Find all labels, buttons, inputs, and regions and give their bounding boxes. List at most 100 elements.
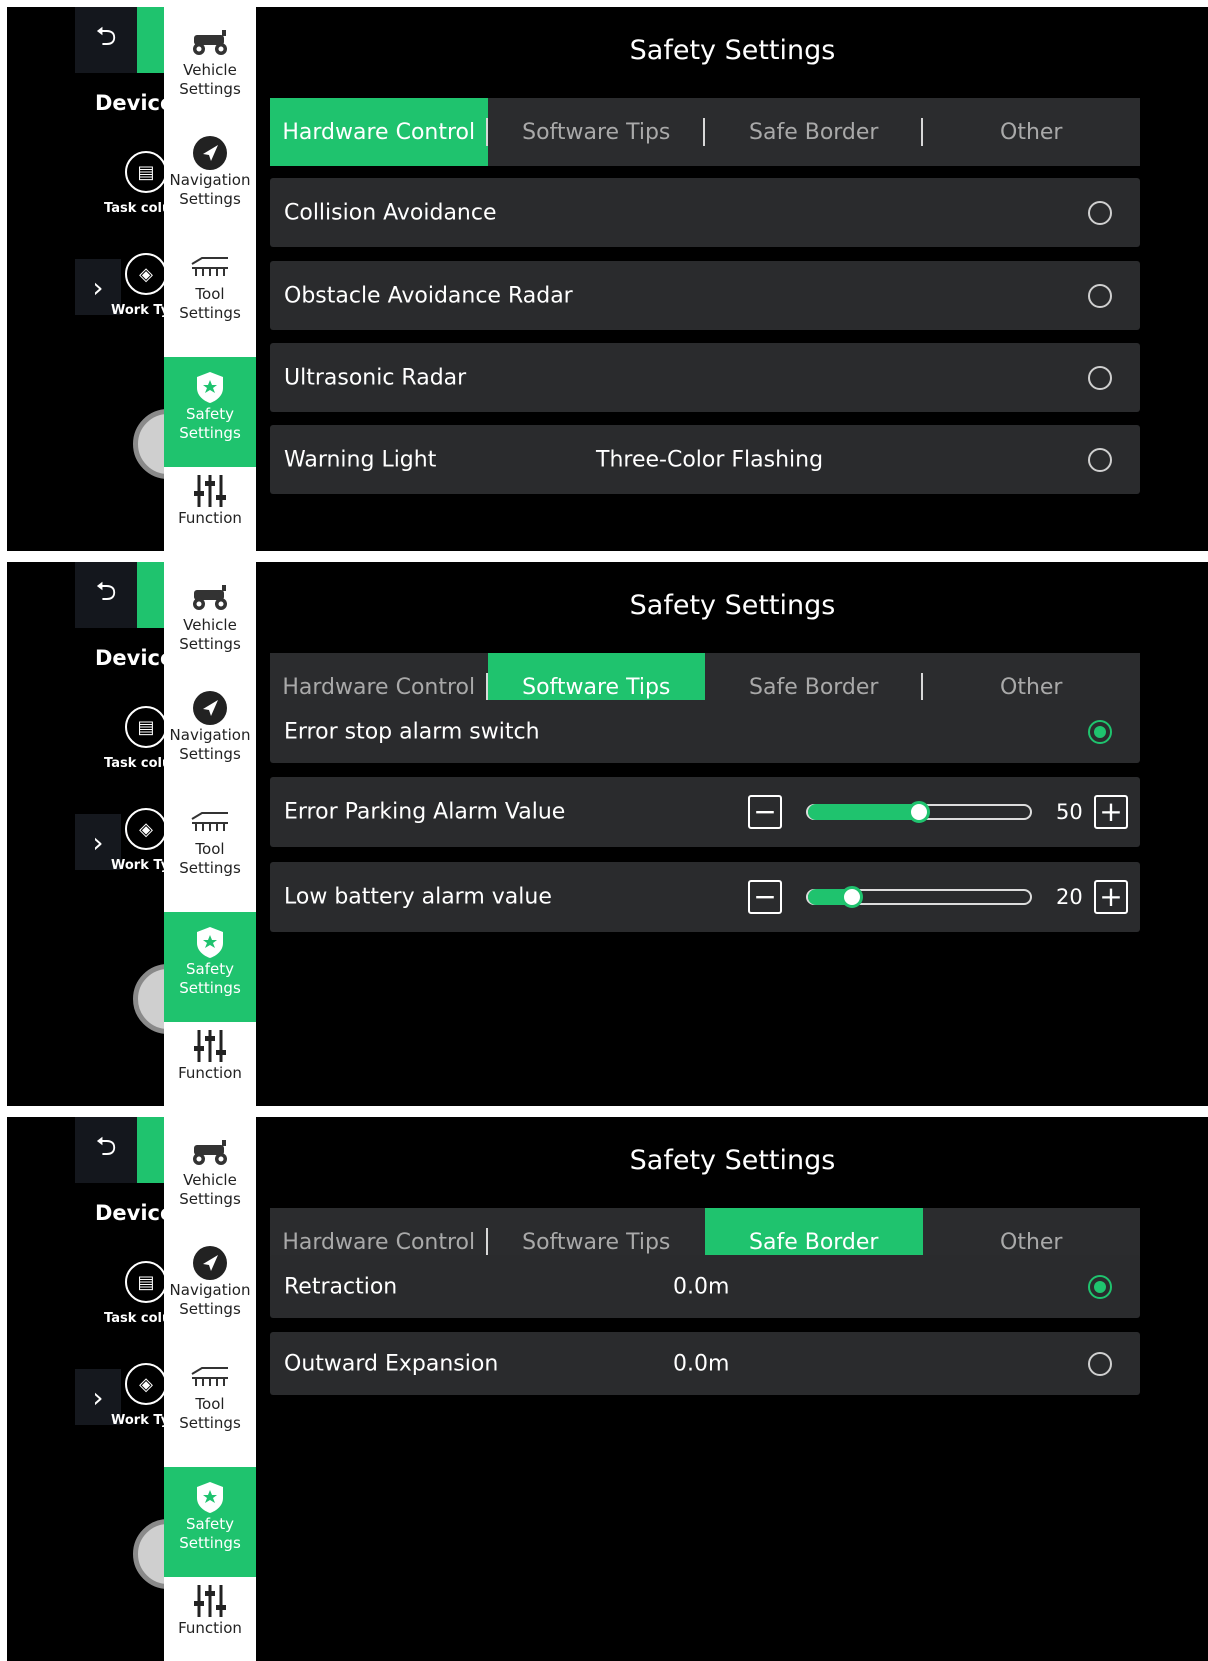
settings-nav: Vehicle Settings Navigation Settings Too… bbox=[164, 1117, 256, 1661]
work-type-layers-icon[interactable]: ◈ bbox=[125, 808, 167, 850]
work-type-layers-icon[interactable]: ◈ bbox=[125, 1363, 167, 1405]
tab-other[interactable]: Other bbox=[923, 98, 1141, 166]
nav-vehicle-settings[interactable]: Vehicle Settings bbox=[164, 1135, 256, 1235]
back-button[interactable]: ⮌ bbox=[75, 7, 137, 73]
setting-row[interactable]: Outward Expansion 0.0m bbox=[270, 1332, 1140, 1395]
settings-nav: Vehicle Settings Navigation Settings Too… bbox=[164, 562, 256, 1106]
task-column-icon[interactable]: ▤ bbox=[125, 706, 167, 748]
device-label: Device bbox=[95, 91, 175, 115]
slider-value: 50 bbox=[1056, 800, 1083, 824]
page-title: Safety Settings bbox=[629, 590, 836, 621]
task-column-label: Task colu bbox=[104, 201, 172, 216]
nav-tool-settings[interactable]: Tool Settings bbox=[164, 249, 256, 353]
nav-navigation-settings[interactable]: Navigation Settings bbox=[164, 135, 256, 239]
decrement-button[interactable]: − bbox=[748, 795, 782, 829]
radio-button[interactable] bbox=[1088, 1351, 1112, 1376]
tool-harrow-icon bbox=[188, 249, 232, 285]
nav-tool-settings[interactable]: Tool Settings bbox=[164, 1359, 256, 1463]
device-label: Device bbox=[95, 646, 175, 670]
slider-track[interactable] bbox=[806, 801, 1032, 823]
nav-safety-settings[interactable]: Safety Settings bbox=[164, 357, 256, 467]
screen-hardware-control: ⮌ Device ▤ Task colu › ◈ Work Ty Vehicle… bbox=[7, 7, 1208, 551]
setting-value: 0.0m bbox=[673, 1351, 730, 1376]
vehicle-icon bbox=[188, 1135, 232, 1171]
slider-fill bbox=[808, 804, 919, 820]
sliders-icon bbox=[193, 1583, 227, 1619]
slider-handle[interactable] bbox=[908, 801, 930, 823]
work-type-layers-icon[interactable]: ◈ bbox=[125, 253, 167, 295]
navigation-arrow-icon bbox=[192, 1245, 228, 1281]
vehicle-icon bbox=[188, 25, 232, 61]
nav-function-settings[interactable]: Function bbox=[164, 473, 256, 551]
nav-safety-settings[interactable]: Safety Settings bbox=[164, 1467, 256, 1577]
setting-row[interactable]: Collision Avoidance bbox=[270, 178, 1140, 247]
nav-navigation-settings[interactable]: Navigation Settings bbox=[164, 690, 256, 794]
setting-label: Collision Avoidance bbox=[284, 200, 497, 225]
setting-value: 0.0m bbox=[673, 1274, 730, 1299]
work-type-label: Work Ty bbox=[111, 1413, 170, 1428]
device-label: Device bbox=[95, 1201, 175, 1225]
decrement-button[interactable]: − bbox=[748, 880, 782, 914]
page-title: Safety Settings bbox=[629, 35, 836, 66]
nav-safety-settings[interactable]: Safety Settings bbox=[164, 912, 256, 1022]
shield-icon bbox=[195, 369, 225, 405]
setting-label: Retraction bbox=[284, 1274, 398, 1299]
slider-handle[interactable] bbox=[841, 886, 864, 908]
radio-button[interactable] bbox=[1088, 200, 1112, 225]
screen-software-tips: ⮌ Device ▤ Task colu › ◈ Work Ty Vehicle… bbox=[7, 562, 1208, 1106]
settings-nav: Vehicle Settings Navigation Settings Too… bbox=[164, 7, 256, 551]
task-column-icon[interactable]: ▤ bbox=[125, 1261, 167, 1303]
nav-tool-settings[interactable]: Tool Settings bbox=[164, 804, 256, 908]
radio-button[interactable] bbox=[1088, 283, 1112, 308]
back-button[interactable]: ⮌ bbox=[75, 1117, 137, 1183]
setting-label: Low battery alarm value bbox=[284, 884, 552, 910]
slider-track[interactable] bbox=[806, 886, 1032, 908]
setting-label: Error stop alarm switch bbox=[284, 719, 540, 744]
setting-value: Three-Color Flashing bbox=[596, 447, 824, 472]
setting-row[interactable]: Ultrasonic Radar bbox=[270, 343, 1140, 412]
vehicle-icon bbox=[188, 580, 232, 616]
back-arrow-icon: ⮌ bbox=[95, 577, 117, 607]
nav-vehicle-settings[interactable]: Vehicle Settings bbox=[164, 580, 256, 680]
setting-label: Obstacle Avoidance Radar bbox=[284, 283, 573, 308]
nav-function-settings[interactable]: Function bbox=[164, 1583, 256, 1661]
shield-icon bbox=[195, 1479, 225, 1515]
radio-button-selected[interactable] bbox=[1088, 719, 1112, 744]
slider-row: Low battery alarm value − 20 + bbox=[270, 862, 1140, 932]
setting-label: Ultrasonic Radar bbox=[284, 365, 467, 390]
task-column-label: Task colu bbox=[104, 756, 172, 771]
navigation-arrow-icon bbox=[192, 135, 228, 171]
tab-safe-border[interactable]: Safe Border bbox=[705, 98, 923, 166]
shield-icon bbox=[195, 924, 225, 960]
back-arrow-icon: ⮌ bbox=[95, 1132, 117, 1162]
tab-software-tips[interactable]: Software Tips bbox=[488, 98, 705, 166]
nav-function-settings[interactable]: Function bbox=[164, 1028, 256, 1106]
increment-button[interactable]: + bbox=[1094, 880, 1128, 914]
radio-button-selected[interactable] bbox=[1088, 1274, 1112, 1299]
nav-navigation-settings[interactable]: Navigation Settings bbox=[164, 1245, 256, 1349]
back-arrow-icon: ⮌ bbox=[95, 22, 117, 52]
increment-button[interactable]: + bbox=[1094, 795, 1128, 829]
setting-label: Error Parking Alarm Value bbox=[284, 799, 566, 825]
setting-label: Warning Light bbox=[284, 447, 437, 472]
nav-vehicle-settings[interactable]: Vehicle Settings bbox=[164, 25, 256, 125]
task-column-icon[interactable]: ▤ bbox=[125, 151, 167, 193]
radio-button[interactable] bbox=[1088, 447, 1112, 472]
back-button[interactable]: ⮌ bbox=[75, 562, 137, 628]
setting-row[interactable]: Warning Light Three-Color Flashing bbox=[270, 425, 1140, 494]
setting-row[interactable]: Error stop alarm switch bbox=[270, 700, 1140, 763]
sliders-icon bbox=[193, 473, 227, 509]
work-type-label: Work Ty bbox=[111, 858, 170, 873]
tool-harrow-icon bbox=[188, 1359, 232, 1395]
tab-hardware-control[interactable]: Hardware Control bbox=[270, 98, 488, 166]
navigation-arrow-icon bbox=[192, 690, 228, 726]
tool-harrow-icon bbox=[188, 804, 232, 840]
setting-row[interactable]: Retraction 0.0m bbox=[270, 1255, 1140, 1318]
radio-button[interactable] bbox=[1088, 365, 1112, 390]
task-column-label: Task colu bbox=[104, 1311, 172, 1326]
work-type-label: Work Ty bbox=[111, 303, 170, 318]
sliders-icon bbox=[193, 1028, 227, 1064]
setting-label: Outward Expansion bbox=[284, 1351, 499, 1376]
tab-bar: Hardware Control Software Tips Safe Bord… bbox=[270, 98, 1140, 166]
setting-row[interactable]: Obstacle Avoidance Radar bbox=[270, 261, 1140, 330]
